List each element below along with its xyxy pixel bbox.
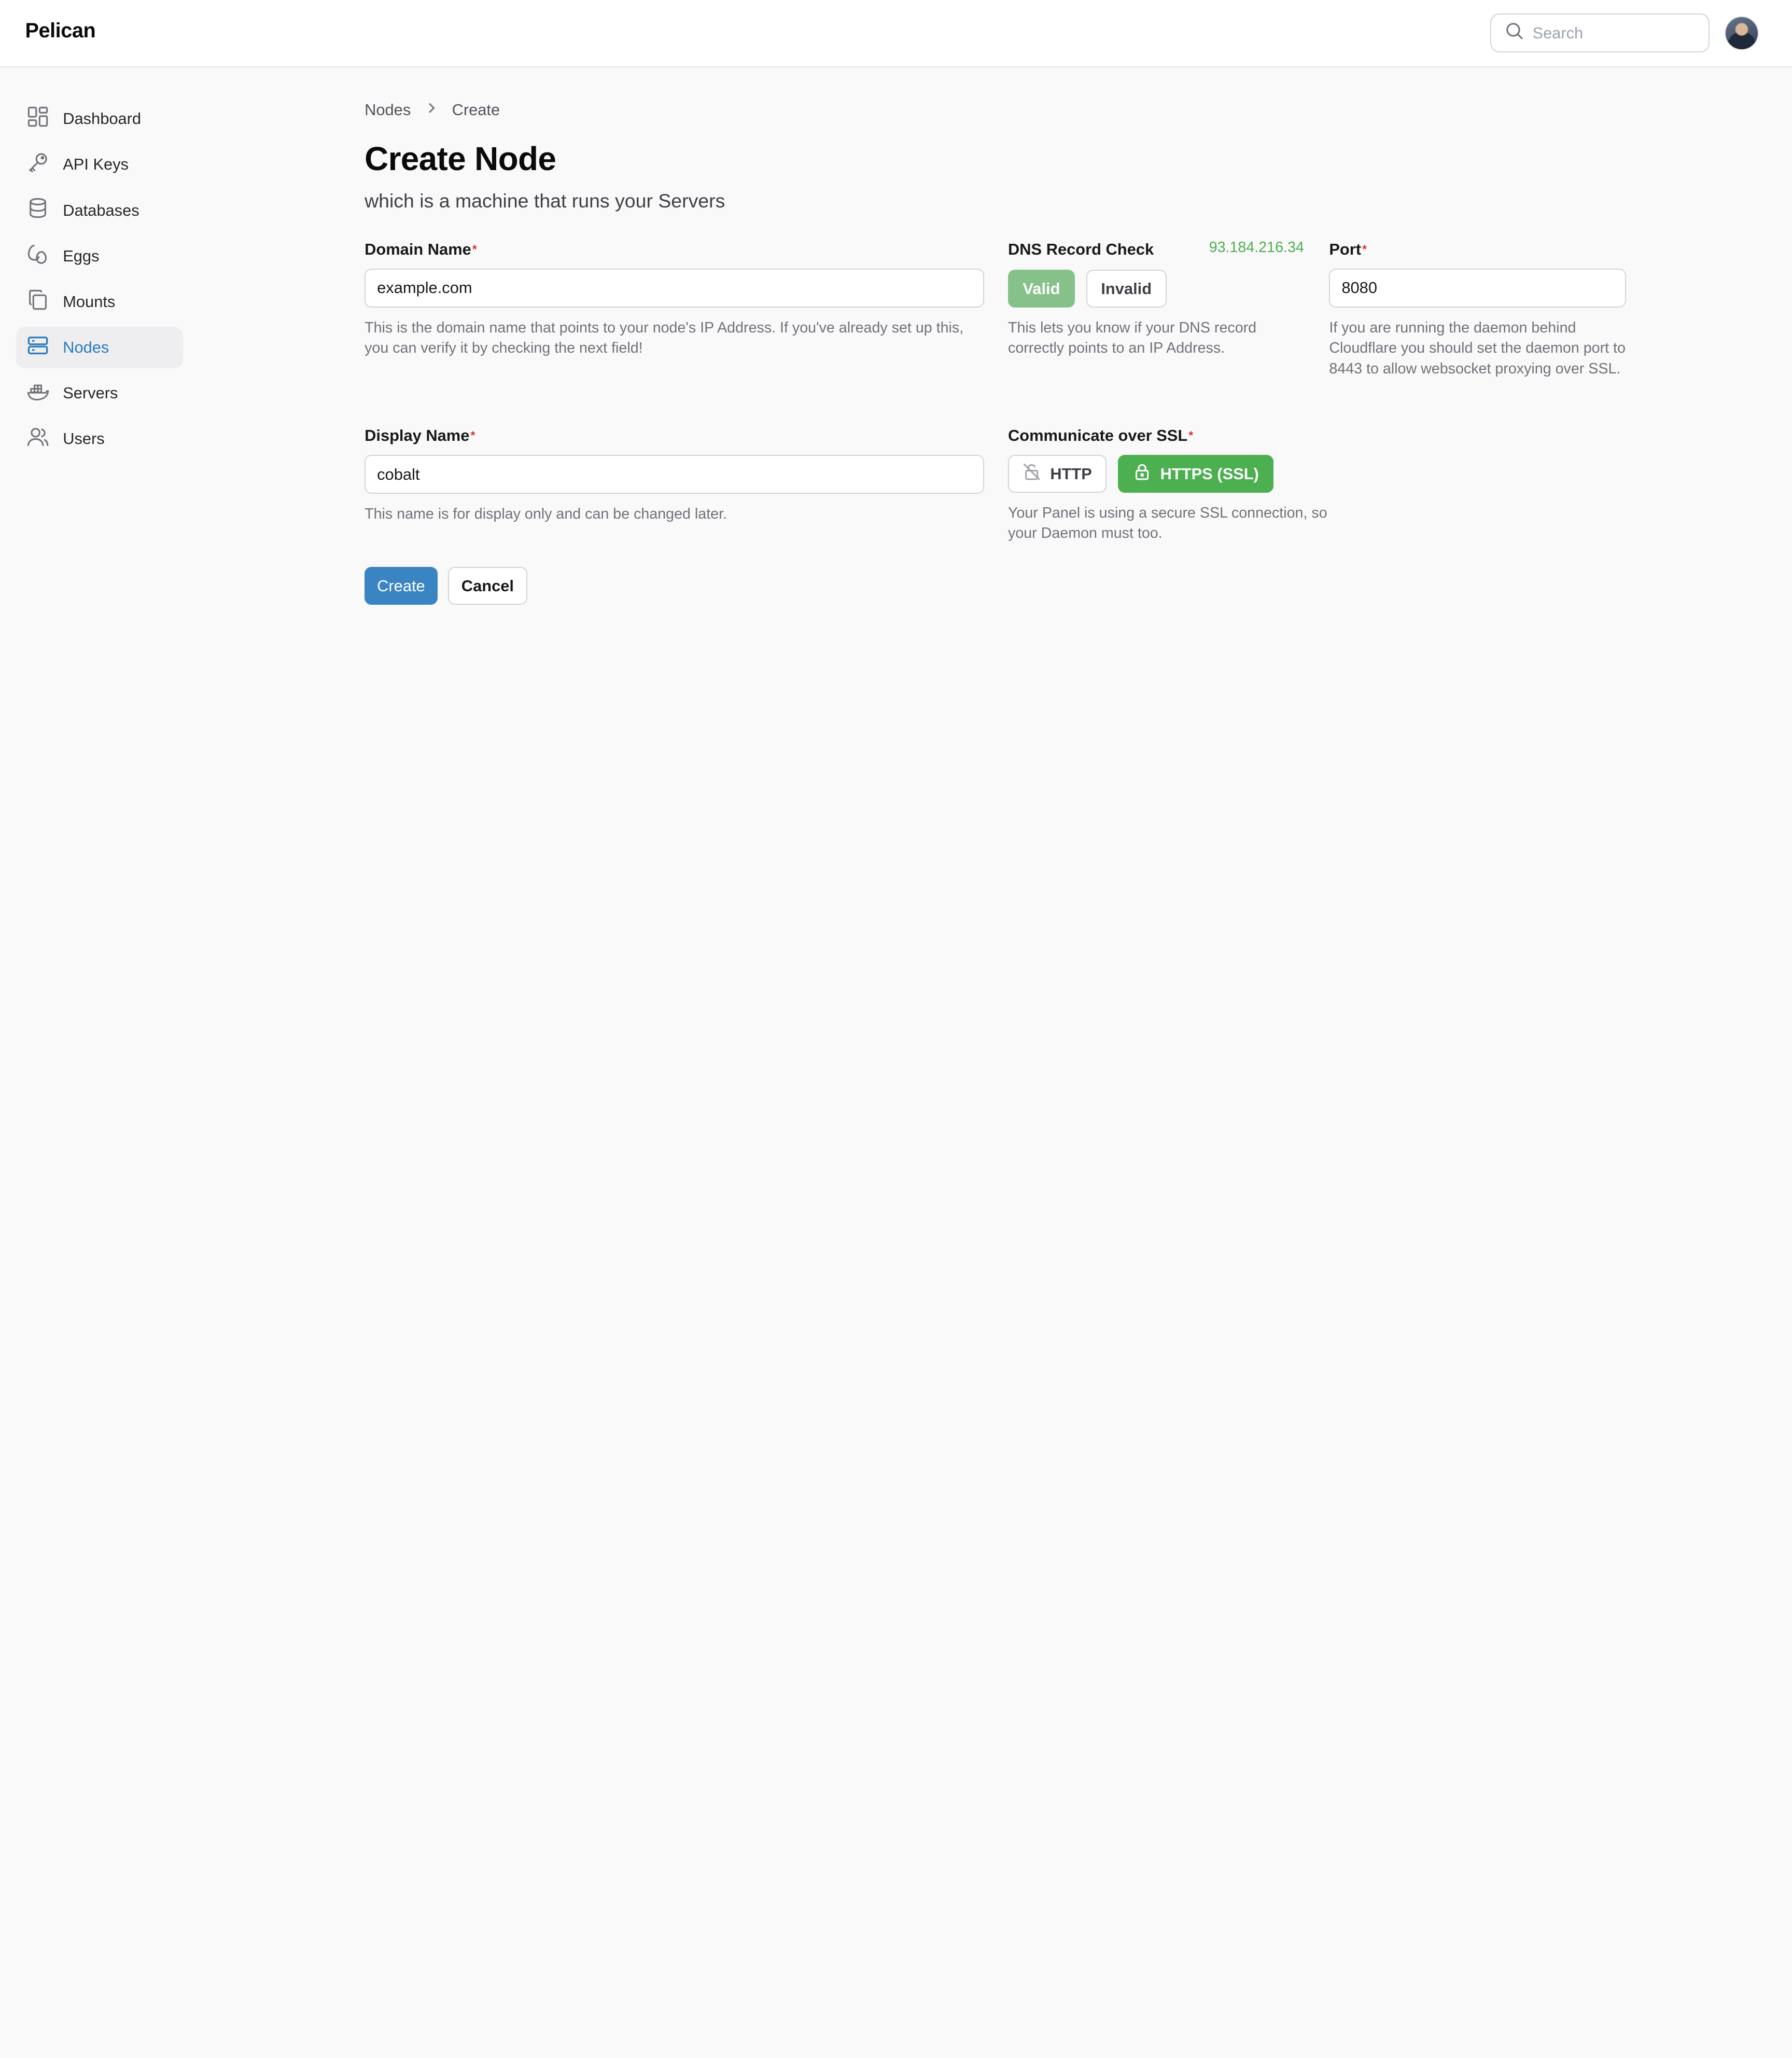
breadcrumb: Nodes Create	[365, 99, 1633, 121]
port-help: If you are running the daemon behind Clo…	[1329, 319, 1626, 378]
sidebar-item-servers[interactable]: Servers	[16, 372, 183, 413]
eggs-icon	[26, 243, 49, 270]
sidebar-item-label: Databases	[63, 201, 139, 219]
dashboard-icon	[26, 105, 49, 132]
ssl-toggle-group: HTTP HTTPS (SSL)	[1008, 455, 1328, 493]
sidebar: Dashboard API Keys Databases Eggs Mounts…	[16, 99, 183, 464]
brand-logo[interactable]: Pelican	[25, 19, 95, 43]
domain-name-label: Domain Name *	[365, 240, 477, 258]
search-icon	[1505, 22, 1523, 45]
sidebar-item-label: Nodes	[63, 338, 109, 356]
sidebar-item-users[interactable]: Users	[16, 419, 183, 460]
chevron-right-icon	[425, 101, 438, 119]
domain-name-help: This is the domain name that points to y…	[365, 319, 964, 357]
search-input[interactable]	[1532, 23, 1693, 43]
cancel-button[interactable]: Cancel	[447, 567, 528, 605]
sidebar-item-label: Dashboard	[63, 109, 142, 128]
app-window: Pelican Dashboard API Keys Databases Egg…	[0, 0, 1792, 1029]
sidebar-item-api-keys[interactable]: API Keys	[16, 144, 183, 185]
dns-record-check-field: DNS Record Check 93.184.216.34 Valid Inv…	[1008, 239, 1304, 359]
display-name-input[interactable]	[365, 455, 984, 494]
https-button[interactable]: HTTPS (SSL)	[1118, 455, 1274, 493]
ssl-label: Communicate over SSL *	[1008, 426, 1194, 444]
search-box[interactable]	[1490, 13, 1710, 53]
port-field: Port* If you are running the daemon behi…	[1329, 239, 1627, 380]
sidebar-item-mounts[interactable]: Mounts	[16, 281, 183, 322]
database-icon	[26, 197, 49, 224]
top-bar: Pelican	[0, 0, 1792, 68]
main-content: Nodes Create Create Node which is a mach…	[365, 99, 1633, 605]
http-button[interactable]: HTTP	[1008, 455, 1107, 493]
dns-toggle-group: Valid Invalid	[1008, 270, 1304, 308]
sidebar-item-label: Users	[63, 429, 105, 448]
whale-icon	[26, 380, 49, 407]
sidebar-item-label: Mounts	[63, 292, 116, 311]
page-title: Create Node	[365, 140, 556, 177]
sidebar-item-label: Eggs	[63, 246, 100, 265]
server-stack-icon	[26, 334, 49, 361]
required-marker: *	[472, 242, 477, 256]
sidebar-item-dashboard[interactable]: Dashboard	[16, 99, 183, 140]
required-marker: *	[470, 428, 475, 442]
page-subtitle: which is a machine that runs your Server…	[365, 190, 725, 212]
users-icon	[26, 425, 49, 452]
sidebar-item-label: Servers	[63, 384, 118, 402]
sidebar-item-eggs[interactable]: Eggs	[16, 235, 183, 276]
dns-ip-address: 93.184.216.34	[1209, 239, 1304, 256]
sidebar-item-label: API Keys	[63, 155, 129, 174]
display-name-help: This name is for display only and can be…	[365, 505, 727, 522]
domain-name-field: Domain Name* This is the domain name tha…	[365, 239, 984, 359]
user-avatar[interactable]	[1724, 16, 1759, 50]
display-name-label: Display Name *	[365, 426, 475, 444]
http-button-label: HTTP	[1050, 464, 1092, 483]
lock-icon	[1133, 463, 1151, 485]
create-button[interactable]: Create	[365, 567, 438, 605]
sidebar-item-databases[interactable]: Databases	[16, 190, 183, 231]
ssl-field: Communicate over SSL * HTTP HTTPS (SSL) Y…	[1008, 425, 1328, 544]
form-actions: Create Cancel	[365, 567, 528, 605]
unlock-icon	[1023, 463, 1041, 485]
breadcrumb-link-nodes[interactable]: Nodes	[365, 101, 411, 119]
key-icon	[26, 151, 49, 178]
port-label: Port *	[1329, 240, 1367, 258]
display-name-field: Display Name* This name is for display o…	[365, 425, 984, 525]
dns-valid-button[interactable]: Valid	[1008, 270, 1075, 308]
https-button-label: HTTPS (SSL)	[1160, 464, 1259, 483]
ssl-help: Your Panel is using a secure SSL connect…	[1008, 504, 1327, 542]
domain-name-input[interactable]	[365, 268, 984, 308]
port-input[interactable]	[1329, 268, 1627, 308]
sidebar-item-nodes[interactable]: Nodes	[16, 327, 183, 368]
breadcrumb-current: Create	[452, 100, 500, 119]
required-marker: *	[1188, 428, 1194, 442]
mounts-icon	[26, 288, 49, 315]
dns-invalid-button[interactable]: Invalid	[1086, 270, 1167, 308]
dns-record-check-help: This lets you know if your DNS record co…	[1008, 319, 1257, 357]
required-marker: *	[1362, 242, 1367, 256]
